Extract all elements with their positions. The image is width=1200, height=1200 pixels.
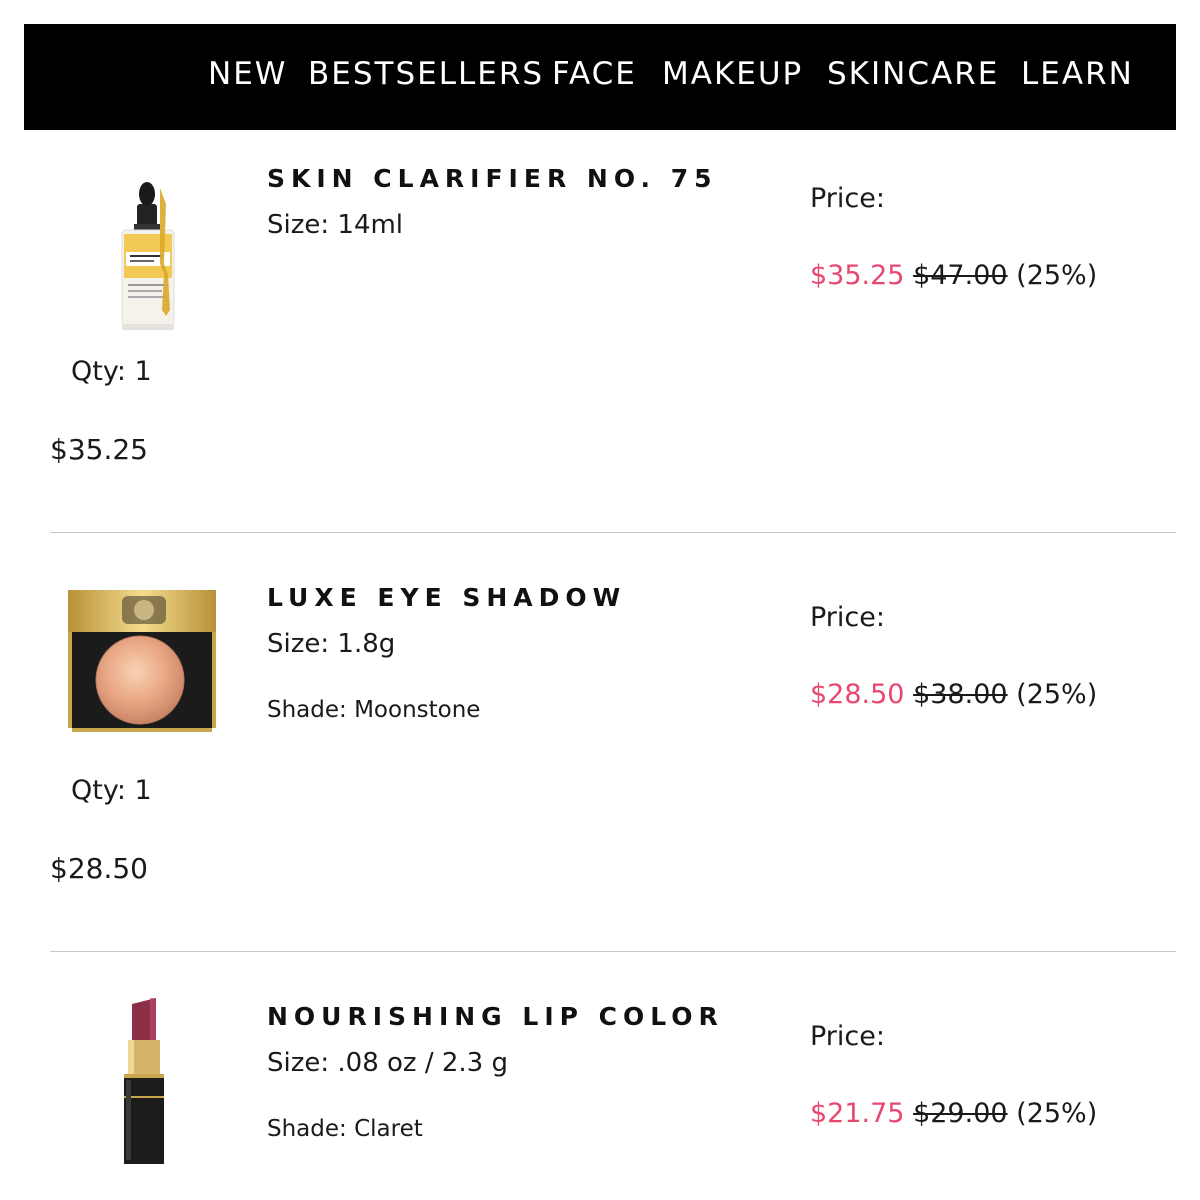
- nav-item-skincare[interactable]: SKINCARE: [827, 54, 999, 94]
- price-label: Price:: [810, 602, 885, 633]
- nav-item-new[interactable]: NEW: [208, 54, 287, 94]
- discount-percent: (25%): [1016, 1098, 1098, 1129]
- nav-item-bestsellers[interactable]: BESTSELLERS: [308, 54, 544, 94]
- eyeshadow-compact-icon[interactable]: [62, 584, 232, 759]
- product-name[interactable]: NOURISHING LIP COLOR: [267, 1002, 724, 1031]
- price-row: $21.75 $29.00 (25%): [810, 1098, 1097, 1129]
- product-size: Size: 14ml: [267, 210, 404, 240]
- nav-item-makeup[interactable]: MAKEUP: [662, 54, 803, 94]
- dropper-serum-bottle-icon[interactable]: [62, 168, 232, 343]
- original-price: $38.00: [913, 679, 1008, 710]
- sale-price: $21.75: [810, 1098, 905, 1129]
- product-name[interactable]: LUXE EYE SHADOW: [267, 583, 626, 612]
- sale-price: $28.50: [810, 679, 905, 710]
- sale-price: $35.25: [810, 260, 905, 291]
- item-divider: [50, 532, 1176, 533]
- discount-percent: (25%): [1016, 679, 1098, 710]
- quantity[interactable]: Qty: 1: [71, 775, 152, 806]
- product-name[interactable]: SKIN CLARIFIER NO. 75: [267, 164, 718, 193]
- price-row: $28.50 $38.00 (25%): [810, 679, 1097, 710]
- price-label: Price:: [810, 183, 885, 214]
- quantity[interactable]: Qty: 1: [71, 356, 152, 387]
- product-size: Size: .08 oz / 2.3 g: [267, 1048, 508, 1078]
- line-total: $28.50: [50, 852, 148, 885]
- lipstick-icon[interactable]: [62, 996, 232, 1166]
- product-size: Size: 1.8g: [267, 629, 396, 659]
- product-shade: Shade: Moonstone: [267, 697, 481, 723]
- nav-item-learn[interactable]: LEARN: [1021, 54, 1134, 94]
- top-nav-bar: NEW BESTSELLERS FACE MAKEUP SKINCARE LEA…: [24, 24, 1176, 130]
- price-row: $35.25 $47.00 (25%): [810, 260, 1097, 291]
- price-label: Price:: [810, 1021, 885, 1052]
- product-shade: Shade: Claret: [267, 1116, 423, 1142]
- item-divider: [50, 951, 1176, 952]
- original-price: $47.00: [913, 260, 1008, 291]
- line-total: $35.25: [50, 433, 148, 466]
- original-price: $29.00: [913, 1098, 1008, 1129]
- nav-item-face[interactable]: FACE: [552, 54, 637, 94]
- discount-percent: (25%): [1016, 260, 1098, 291]
